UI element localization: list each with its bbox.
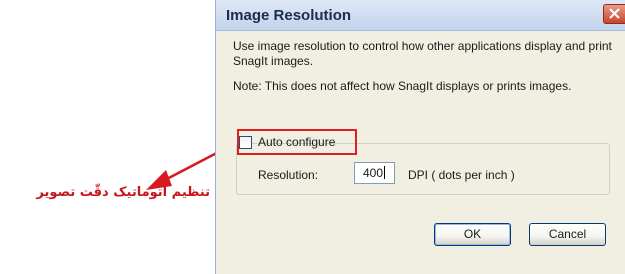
close-button[interactable] [603, 4, 625, 24]
close-icon [609, 8, 620, 19]
image-resolution-dialog: Image Resolution Use image resolution to… [215, 0, 625, 274]
description-text: Use image resolution to control how othe… [233, 39, 612, 68]
dialog-body: Use image resolution to control how othe… [216, 31, 625, 274]
resolution-value: 400 [363, 166, 384, 180]
dpi-label: DPI ( dots per inch ) [408, 168, 515, 182]
auto-configure-checkbox[interactable] [239, 135, 252, 149]
cancel-button[interactable]: Cancel [529, 223, 606, 246]
ok-button[interactable]: OK [434, 223, 511, 246]
annotation-label: تنظیم اتوماتیک دقّت تصویر [36, 185, 210, 200]
resolution-label: Resolution: [258, 168, 319, 182]
auto-configure-row[interactable]: Auto configure [239, 133, 335, 151]
text-caret [384, 166, 386, 179]
auto-configure-label[interactable]: Auto configure [258, 135, 335, 149]
title-bar: Image Resolution [216, 0, 625, 31]
dialog-title: Image Resolution [226, 7, 352, 24]
resolution-input[interactable]: 400 [354, 162, 395, 184]
note-text: Note: This does not affect how SnagIt di… [233, 79, 572, 93]
